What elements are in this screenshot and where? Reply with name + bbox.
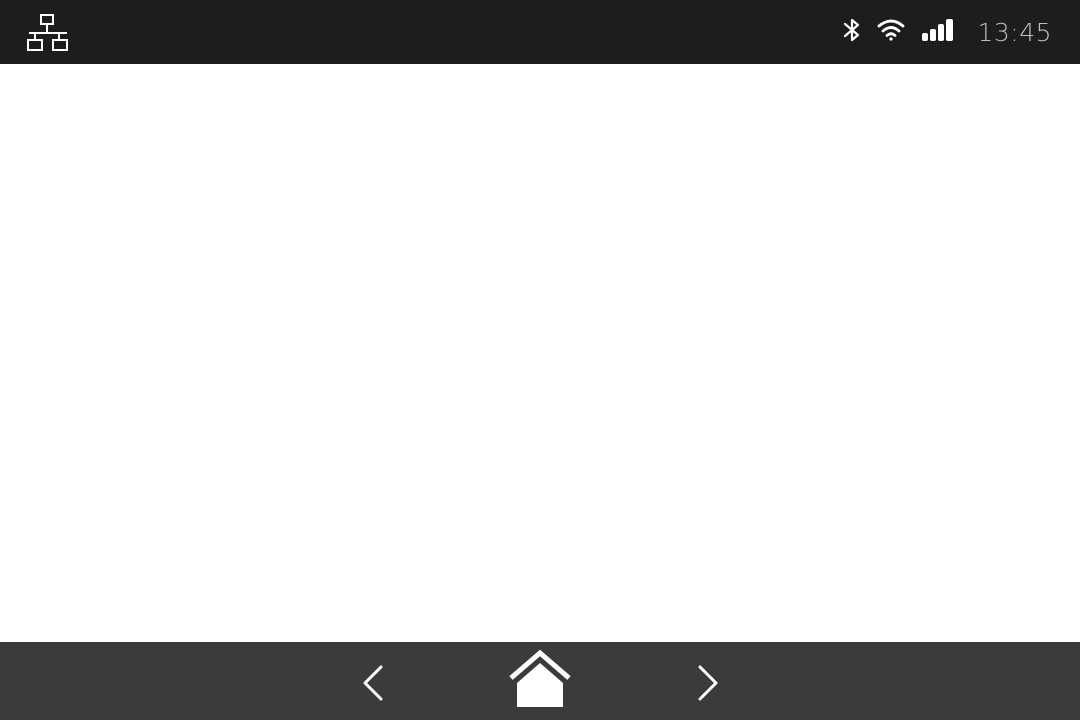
main-content bbox=[0, 64, 1080, 642]
navigation-bar bbox=[0, 642, 1080, 720]
back-button[interactable] bbox=[355, 660, 395, 704]
chevron-left-icon bbox=[363, 665, 383, 701]
status-bar: 13:45 bbox=[0, 0, 1080, 64]
forward-button[interactable] bbox=[688, 660, 728, 704]
cellular-signal-icon bbox=[921, 18, 955, 46]
screen: 13:45 bbox=[0, 0, 1080, 720]
chevron-right-icon bbox=[698, 665, 718, 701]
home-button[interactable] bbox=[508, 649, 572, 708]
bluetooth-icon bbox=[843, 17, 861, 47]
home-icon bbox=[509, 649, 571, 707]
status-indicators: 13:45 bbox=[843, 0, 1052, 64]
wired-network-icon bbox=[27, 14, 69, 52]
wifi-icon bbox=[877, 19, 905, 45]
status-time: 13:45 bbox=[977, 17, 1052, 47]
